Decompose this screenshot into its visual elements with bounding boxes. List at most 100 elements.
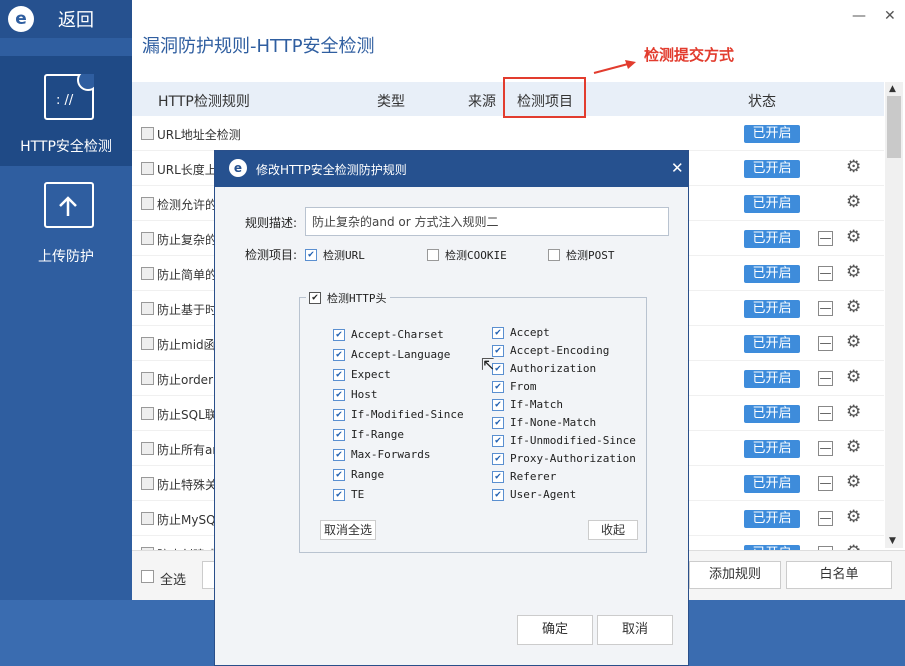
header-checkbox[interactable]: ✔ Range [333,468,384,481]
disable-icon[interactable]: — [818,511,833,526]
disable-icon[interactable]: — [818,266,833,281]
disable-icon[interactable]: — [818,336,833,351]
status-badge[interactable]: 已开启 [744,300,800,318]
header-checkbox[interactable]: ✔ If-Unmodified-Since [492,434,636,447]
row-checkbox[interactable] [141,372,154,385]
row-checkbox[interactable] [141,302,154,315]
dialog-title: 修改HTTP安全检测防护规则 [256,163,407,177]
gear-icon[interactable]: ⚙ [846,332,861,352]
check-http-header-checkbox[interactable]: ✔ 检测HTTP头 [306,290,390,306]
table-row[interactable]: URL地址全检测 已开启 [132,116,884,151]
header-checkbox[interactable]: ✔ Proxy-Authorization [492,452,636,465]
scroll-down-icon[interactable]: ▼ [889,536,896,546]
row-checkbox[interactable] [141,232,154,245]
row-checkbox[interactable] [141,127,154,140]
disable-icon[interactable]: — [818,301,833,316]
status-badge[interactable]: 已开启 [744,160,800,178]
column-header[interactable]: 来源 [468,91,496,111]
check-url-checkbox[interactable]: ✔ 检测URL [305,247,365,263]
annotation-text: 检测提交方式 [644,46,735,64]
gear-icon[interactable]: ⚙ [846,297,861,317]
disable-icon[interactable]: — [818,231,833,246]
rule-desc-input[interactable]: 防止复杂的and or 方式注入规则二 [305,207,669,236]
dialog-logo-icon: e [229,159,247,177]
header-checkbox[interactable]: ✔ From [492,380,537,393]
column-header[interactable]: HTTP检测规则 [158,91,250,111]
gear-icon[interactable]: ⚙ [846,157,861,177]
sidebar-item-http[interactable]: : // HTTP安全检测 [0,56,132,166]
select-all-checkbox[interactable] [141,570,154,583]
checkmark-icon: ✔ [333,428,345,441]
status-badge[interactable]: 已开启 [744,195,800,213]
deselect-all-button[interactable]: 取消全选 [320,520,376,540]
status-badge[interactable]: 已开启 [744,510,800,528]
add-rule-button[interactable]: 添加规则 [689,561,781,589]
sidebar-item-upload[interactable]: 上传防护 [0,170,132,280]
back-button[interactable]: 返回 [58,6,94,32]
column-header[interactable]: 状态 [748,91,776,111]
header-checkbox[interactable]: ✔ Expect [333,368,391,381]
http-icon: : // [44,74,94,120]
header-checkbox[interactable]: ✔ If-Modified-Since [333,408,464,421]
header-checkbox[interactable]: ✔ If-None-Match [492,416,596,429]
status-badge[interactable]: 已开启 [744,475,800,493]
header-checkbox[interactable]: ✔ User-Agent [492,488,576,501]
collapse-button[interactable]: 收起 [588,520,638,540]
gear-icon[interactable]: ⚙ [846,402,861,422]
header-checkbox[interactable]: ✔ Referer [492,470,556,483]
cancel-button[interactable]: 取消 [597,615,673,645]
gear-icon[interactable]: ⚙ [846,192,861,212]
gear-icon[interactable]: ⚙ [846,507,861,527]
gear-icon[interactable]: ⚙ [846,437,861,457]
checkmark-icon: ✔ [333,408,345,421]
disable-icon[interactable]: — [818,406,833,421]
gear-icon[interactable]: ⚙ [846,227,861,247]
status-badge[interactable]: 已开启 [744,265,800,283]
header-checkbox[interactable]: ✔ Host [333,388,378,401]
column-header[interactable]: 类型 [377,91,405,111]
status-badge[interactable]: 已开启 [744,230,800,248]
check-post-checkbox[interactable]: 检测POST [548,247,615,263]
header-checkbox[interactable]: ✔ Accept-Encoding [492,344,609,357]
header-checkbox[interactable]: ✔ If-Match [492,398,563,411]
scroll-thumb[interactable] [887,96,901,158]
row-checkbox[interactable] [141,197,154,210]
gear-icon[interactable]: ⚙ [846,367,861,387]
sidebar-item-label: HTTP安全检测 [20,139,112,155]
vertical-scrollbar[interactable]: ▲ ▼ [885,82,903,548]
row-checkbox[interactable] [141,337,154,350]
status-badge[interactable]: 已开启 [744,125,800,143]
highlight-box [503,77,586,118]
disable-icon[interactable]: — [818,476,833,491]
disable-icon[interactable]: — [818,441,833,456]
whitelist-button[interactable]: 白名单 [786,561,892,589]
header-checkbox[interactable]: ✔ If-Range [333,428,404,441]
header-checkbox[interactable]: ✔ Authorization [492,362,596,375]
row-checkbox[interactable] [141,407,154,420]
status-badge[interactable]: 已开启 [744,335,800,353]
row-checkbox[interactable] [141,477,154,490]
status-badge[interactable]: 已开启 [744,370,800,388]
minimize-icon[interactable]: — [852,8,866,24]
header-checkbox[interactable]: ✔ Accept [492,326,550,339]
header-checkbox[interactable]: ✔ Max-Forwards [333,448,430,461]
row-checkbox[interactable] [141,162,154,175]
header-checkbox[interactable]: ✔ Accept-Language [333,348,450,361]
row-checkbox[interactable] [141,442,154,455]
back-bar[interactable]: e 返回 [0,0,132,38]
disable-icon[interactable]: — [818,371,833,386]
check-cookie-checkbox[interactable]: 检测COOKIE [427,247,507,263]
status-badge[interactable]: 已开启 [744,440,800,458]
gear-icon[interactable]: ⚙ [846,262,861,282]
status-badge[interactable]: 已开启 [744,405,800,423]
gear-icon[interactable]: ⚙ [846,472,861,492]
header-checkbox[interactable]: ✔ Accept-Charset [333,328,444,341]
header-checkbox[interactable]: ✔ TE [333,488,364,501]
row-checkbox[interactable] [141,267,154,280]
annotation-arrow-icon [593,60,636,74]
dialog-close-icon[interactable]: ✕ [671,159,684,177]
row-checkbox[interactable] [141,512,154,525]
ok-button[interactable]: 确定 [517,615,593,645]
scroll-up-icon[interactable]: ▲ [889,84,896,94]
close-icon[interactable]: ✕ [884,8,896,24]
